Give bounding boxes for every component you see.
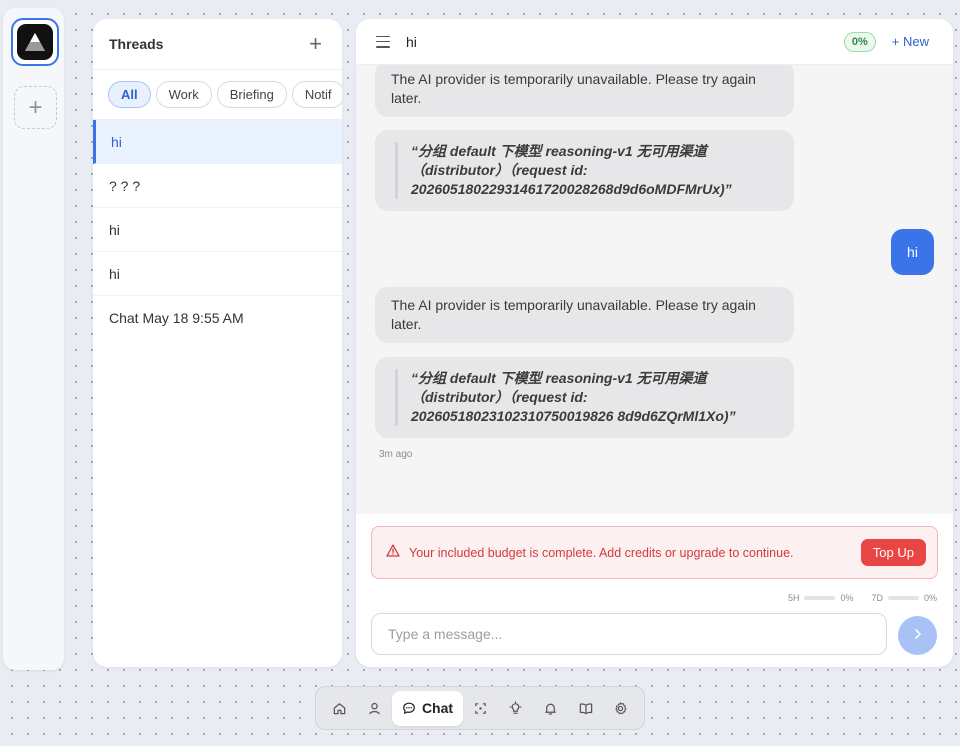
usage-5h-value: 0%	[840, 593, 854, 603]
filter-chip-briefing[interactable]: Briefing	[216, 81, 287, 108]
book-icon	[579, 702, 592, 714]
message-list[interactable]: The AI provider is temporarily unavailab…	[356, 65, 953, 514]
usage-badge: 0%	[843, 31, 876, 52]
dock-notifications-button[interactable]	[533, 691, 568, 726]
add-workspace-button[interactable]: +	[14, 86, 57, 129]
thread-item[interactable]: hi	[93, 208, 342, 252]
message-composer	[371, 613, 887, 655]
workspace-rail: +	[3, 8, 64, 670]
workspace-app-button[interactable]	[11, 18, 59, 66]
filter-chip-all[interactable]: All	[108, 81, 151, 108]
thread-filters: All Work Briefing Notif	[93, 70, 342, 120]
alert-text: Your included budget is complete. Add cr…	[409, 545, 794, 560]
message-text: The AI provider is temporarily unavailab…	[391, 71, 756, 106]
plus-icon: +	[28, 93, 43, 121]
home-icon	[333, 702, 346, 714]
thread-item[interactable]: hi	[93, 252, 342, 296]
assistant-message: The AI provider is temporarily unavailab…	[375, 65, 794, 117]
threads-panel: Threads + All Work Briefing Notif hi ? ?…	[93, 19, 342, 667]
thread-item[interactable]: ? ? ?	[93, 164, 342, 208]
dock-chat-label: Chat	[421, 700, 454, 716]
thread-item[interactable]: hi	[93, 120, 342, 164]
filter-chip-notifications[interactable]: Notif	[291, 81, 342, 108]
top-up-button[interactable]: Top Up	[860, 539, 926, 566]
bell-icon	[545, 703, 556, 715]
lightbulb-icon	[509, 700, 522, 714]
dock-chat-button[interactable]: Chat	[392, 690, 463, 726]
assistant-message: “分组 default 下模型 reasoning-v1 无可用渠道（distr…	[375, 130, 794, 211]
threads-title: Threads	[109, 36, 164, 52]
menu-icon[interactable]	[376, 35, 390, 48]
new-thread-button[interactable]: +	[309, 33, 322, 55]
chat-icon	[403, 702, 415, 714]
person-icon	[369, 702, 380, 714]
error-quote: “分组 default 下模型 reasoning-v1 无可用渠道（distr…	[375, 130, 794, 211]
usage-7d-bar	[887, 596, 919, 600]
message-input[interactable]	[388, 626, 886, 642]
thread-item[interactable]: Chat May 18 9:55 AM	[93, 296, 342, 340]
assistant-message: The AI provider is temporarily unavailab…	[375, 287, 794, 343]
usage-5h-label: 5H	[787, 593, 800, 603]
usage-7d-value: 0%	[923, 593, 937, 603]
chat-title: hi	[406, 33, 417, 50]
dock-settings-button[interactable]	[603, 691, 638, 726]
warning-icon	[386, 543, 400, 562]
usage-5h-bar	[804, 596, 836, 600]
gear-icon	[615, 701, 627, 714]
send-button[interactable]	[898, 616, 937, 655]
budget-alert: Your included budget is complete. Add cr…	[371, 526, 938, 579]
dock-home-button[interactable]	[322, 691, 357, 726]
user-message: hi	[891, 229, 934, 275]
message-text: The AI provider is temporarily unavailab…	[391, 297, 756, 332]
chat-header: hi 0% + New	[356, 19, 953, 65]
assistant-message: “分组 default 下模型 reasoning-v1 无可用渠道（distr…	[375, 357, 794, 438]
usage-meters: 5H 0% 7D 0%	[788, 593, 937, 603]
threads-header: Threads +	[93, 19, 342, 70]
dock-library-button[interactable]	[568, 691, 603, 726]
dock-focus-button[interactable]	[463, 691, 498, 726]
chat-panel: hi 0% + New The AI provider is temporari…	[356, 19, 953, 667]
usage-7d-label: 7D	[871, 593, 883, 603]
message-timestamp: 3m ago	[379, 449, 413, 460]
focus-icon	[475, 702, 486, 714]
dock-ideas-button[interactable]	[498, 691, 533, 726]
error-quote: “分组 default 下模型 reasoning-v1 无可用渠道（distr…	[375, 357, 794, 438]
chevron-right-icon	[912, 627, 924, 645]
new-chat-button[interactable]: + New	[892, 34, 929, 49]
filter-chip-work[interactable]: Work	[155, 81, 212, 108]
app-logo-icon	[17, 24, 53, 60]
bottom-dock: Chat	[315, 686, 645, 730]
dock-profile-button[interactable]	[357, 691, 392, 726]
